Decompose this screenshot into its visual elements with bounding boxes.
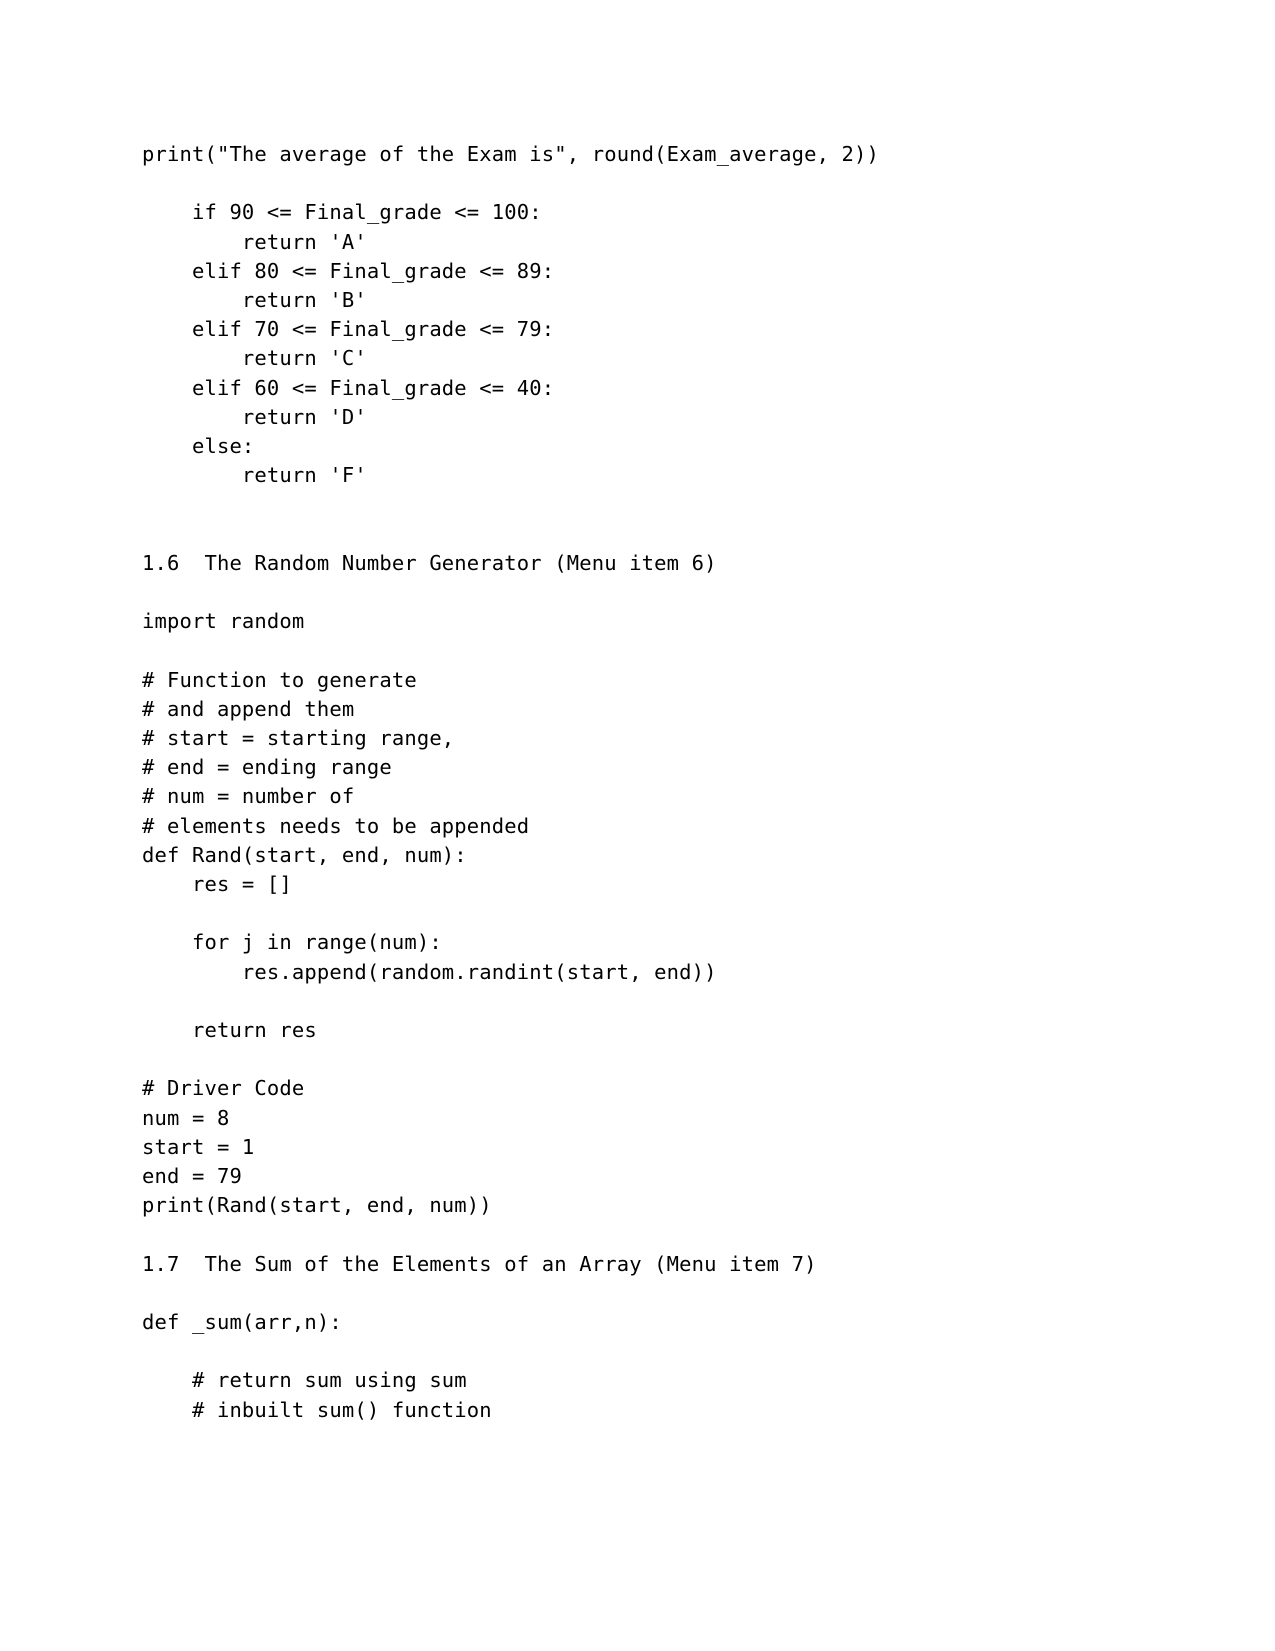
code-line: # return sum using sum <box>142 1368 467 1393</box>
code-line: def _sum(arr,n): <box>142 1309 342 1334</box>
code-line: for j in range(num): <box>142 930 442 955</box>
code-block-random-number-generator: import random # Function to generate # a… <box>142 578 1142 1250</box>
code-block-grading-tail: print("The average of the Exam is", roun… <box>142 140 1142 549</box>
code-line: res = [] <box>142 872 292 896</box>
code-line: if 90 <= Final_grade <= 100: <box>142 200 542 225</box>
code-line: # start = starting range, <box>142 725 455 750</box>
code-block-sum-of-elements: def _sum(arr,n): # return sum using sum … <box>142 1279 1142 1425</box>
code-line: # end = ending range <box>142 755 392 780</box>
code-line: elif 70 <= Final_grade <= 79: <box>142 317 555 342</box>
code-line: res.append(random.randint(start, end)) <box>142 959 717 984</box>
code-line: # Function to generate <box>142 667 417 692</box>
code-line: print("The average of the Exam is", roun… <box>142 142 880 166</box>
code-line: return 'A' <box>142 229 367 254</box>
document-body: print("The average of the Exam is", roun… <box>142 140 1142 1425</box>
section-heading-1-7: 1.7 The Sum of the Elements of an Array … <box>142 1251 817 1276</box>
code-line: # elements needs to be appended <box>142 813 530 838</box>
code-line: print(Rand(start, end, num)) <box>142 1193 492 1218</box>
code-line: end = 79 <box>142 1163 242 1188</box>
section-heading-1-6: 1.6 The Random Number Generator (Menu it… <box>142 550 717 575</box>
code-line: return 'D' <box>142 404 367 429</box>
document-page: print("The average of the Exam is", roun… <box>0 0 1275 1651</box>
code-line: elif 80 <= Final_grade <= 89: <box>142 258 555 283</box>
code-line: return 'F' <box>142 463 367 488</box>
code-line: start = 1 <box>142 1134 255 1159</box>
code-line: return 'B' <box>142 288 367 312</box>
code-line: def Rand(start, end, num): <box>142 842 467 867</box>
code-line: # and append them <box>142 696 355 721</box>
code-line: return res <box>142 1017 317 1042</box>
code-line: return 'C' <box>142 346 367 371</box>
code-line: # Driver Code <box>142 1076 305 1101</box>
code-line: elif 60 <= Final_grade <= 40: <box>142 375 555 400</box>
code-line: else: <box>142 434 255 459</box>
code-line: # num = number of <box>142 784 355 809</box>
code-line: import random <box>142 609 305 634</box>
code-line: num = 8 <box>142 1105 230 1130</box>
code-line: # inbuilt sum() function <box>142 1397 492 1422</box>
